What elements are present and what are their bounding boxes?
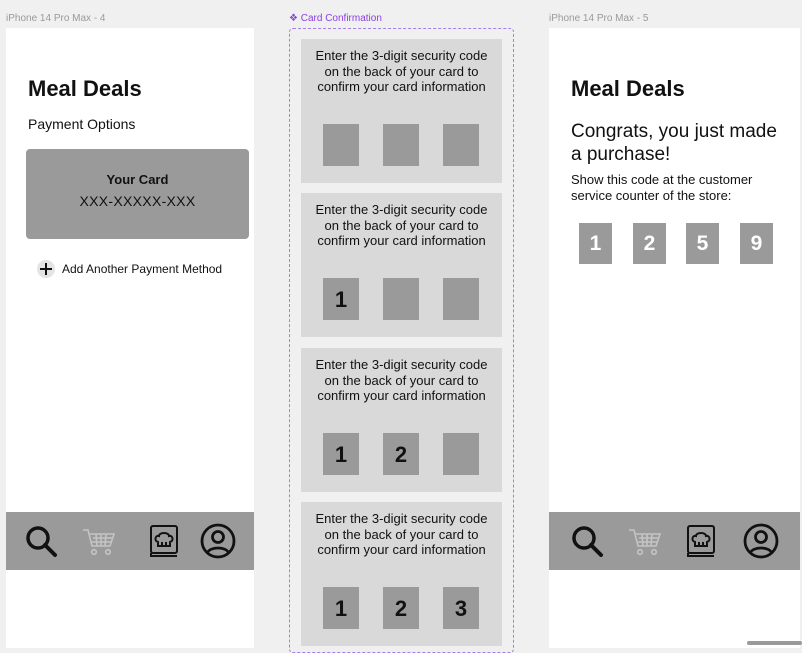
security-digit-1[interactable]: 1 [323, 587, 359, 629]
security-code-prompt: Enter the 3-digit security code on the b… [315, 48, 488, 94]
plus-icon [37, 260, 55, 278]
security-digit-3[interactable] [443, 124, 479, 166]
add-payment-method-label: Add Another Payment Method [62, 262, 223, 276]
security-digit-3[interactable] [443, 433, 479, 475]
card-confirmation-variant-2: Enter the 3-digit security code on the b… [301, 193, 502, 337]
app-title: Meal Deals [571, 76, 685, 101]
security-digit-1[interactable]: 1 [323, 433, 359, 475]
profile-icon[interactable] [742, 522, 780, 560]
security-digit-2[interactable] [383, 124, 419, 166]
profile-icon[interactable] [199, 522, 237, 560]
congrats-message: Congrats, you just made a purchase! [571, 121, 777, 165]
security-digit-2[interactable]: 2 [383, 433, 419, 475]
bottom-nav [549, 512, 800, 570]
search-icon[interactable] [568, 522, 606, 560]
recipe-book-icon[interactable] [145, 522, 183, 560]
security-digit-1[interactable] [323, 124, 359, 166]
component-label-card-confirmation[interactable]: ❖ Card Confirmation [289, 13, 382, 24]
saved-card[interactable]: Your Card XXX-XXXXX-XXX [26, 149, 249, 239]
security-digit-2[interactable] [383, 278, 419, 320]
security-code-prompt: Enter the 3-digit security code on the b… [315, 202, 488, 248]
frame-label-phone-5[interactable]: iPhone 14 Pro Max - 5 [549, 13, 649, 24]
search-icon[interactable] [22, 522, 60, 560]
code-digit-3: 5 [686, 223, 719, 264]
bottom-nav [6, 512, 254, 570]
security-code-prompt: Enter the 3-digit security code on the b… [315, 357, 488, 403]
security-digit-1[interactable]: 1 [323, 278, 359, 320]
card-title: Your Card [106, 172, 169, 187]
recipe-book-icon[interactable] [682, 522, 720, 560]
card-confirmation-variant-4: Enter the 3-digit security code on the b… [301, 502, 502, 646]
code-digit-2: 2 [633, 223, 666, 264]
code-digit-1: 1 [579, 223, 612, 264]
card-confirmation-variant-1: Enter the 3-digit security code on the b… [301, 39, 502, 183]
code-digit-4: 9 [740, 223, 773, 264]
cart-icon[interactable] [80, 522, 118, 560]
add-payment-method-button[interactable]: Add Another Payment Method [37, 260, 222, 278]
security-digit-3[interactable] [443, 278, 479, 320]
security-digit-3[interactable]: 3 [443, 587, 479, 629]
payment-options-screen: Meal Deals Payment Options Your Card XXX… [6, 28, 254, 648]
page-subtitle: Payment Options [28, 116, 136, 132]
security-digit-2[interactable]: 2 [383, 587, 419, 629]
code-instructions: Show this code at the customer service c… [571, 172, 753, 203]
frame-label-phone-4[interactable]: iPhone 14 Pro Max - 4 [6, 13, 106, 24]
security-code-prompt: Enter the 3-digit security code on the b… [315, 511, 488, 557]
app-title: Meal Deals [28, 76, 142, 101]
canvas-scrollbar[interactable] [747, 641, 802, 645]
card-confirmation-variant-3: Enter the 3-digit security code on the b… [301, 348, 502, 492]
cart-icon[interactable] [626, 522, 664, 560]
purchase-success-screen: Meal Deals Congrats, you just made a pur… [549, 28, 800, 648]
card-number: XXX-XXXXX-XXX [79, 193, 196, 209]
